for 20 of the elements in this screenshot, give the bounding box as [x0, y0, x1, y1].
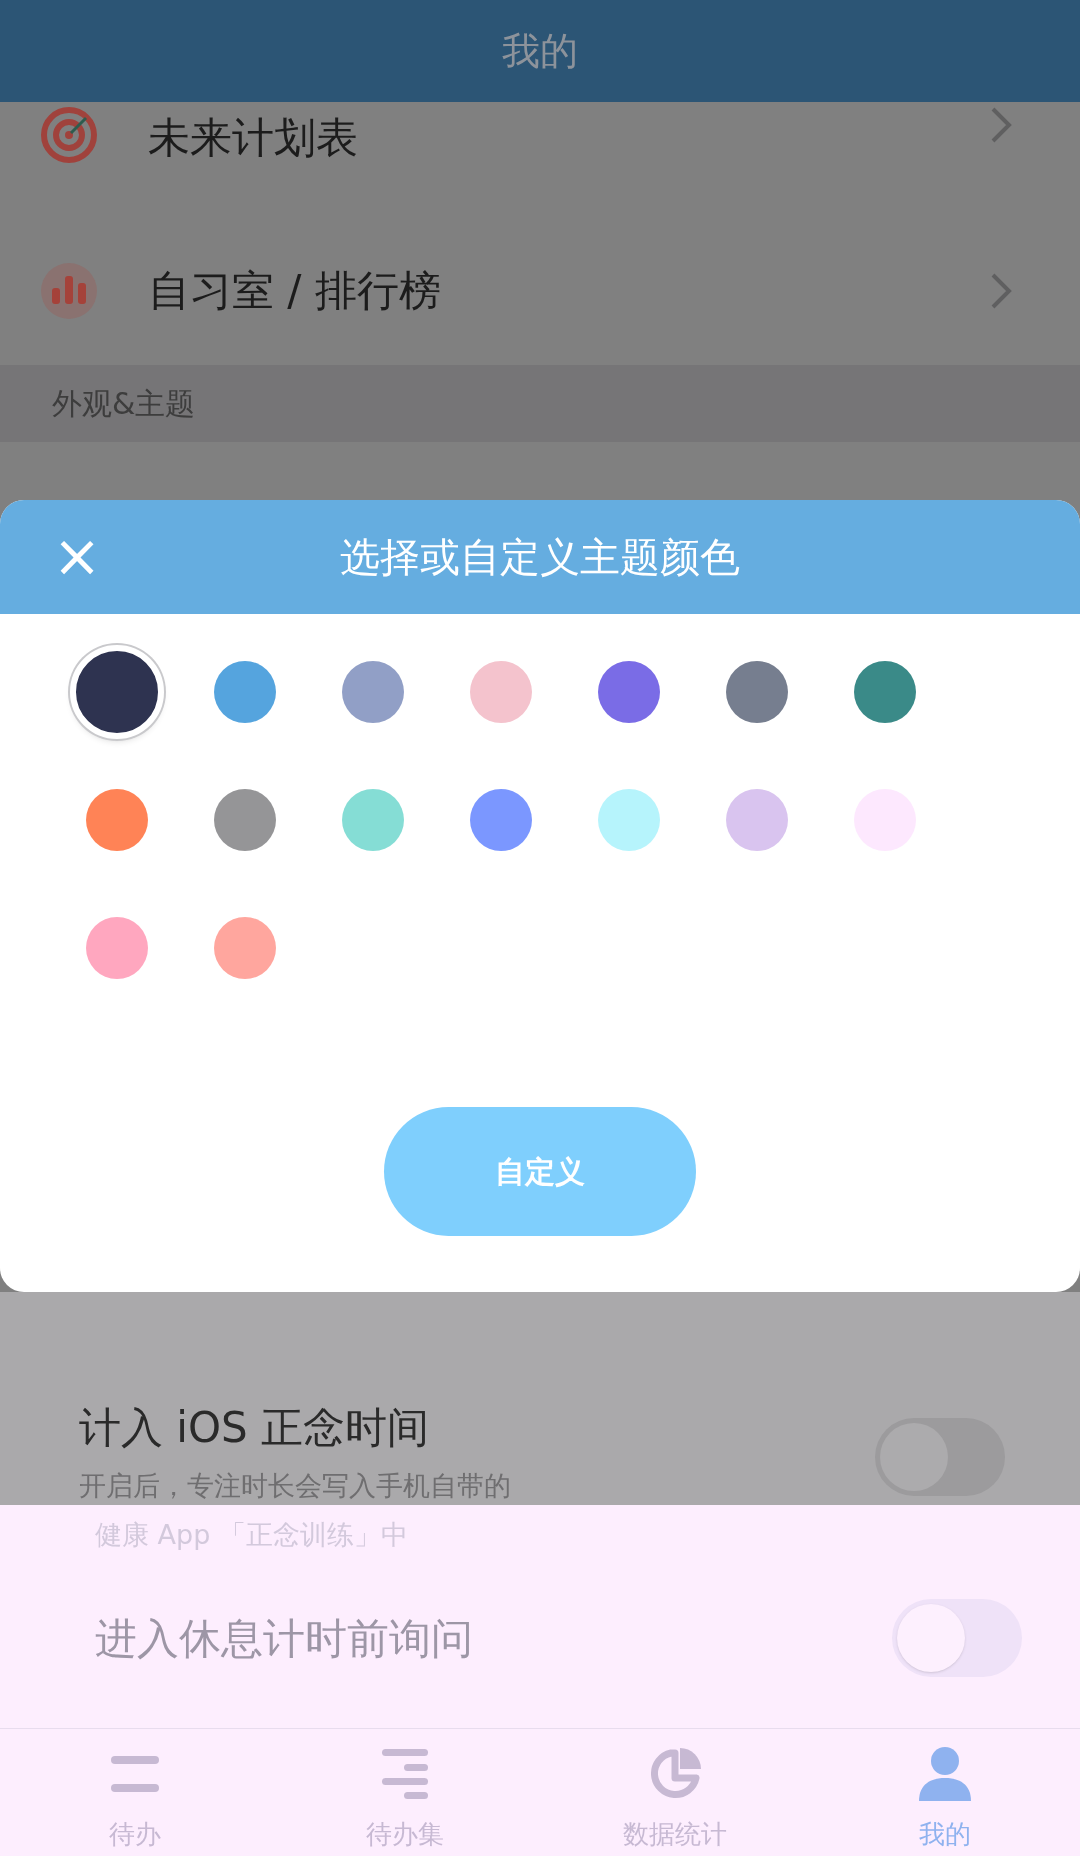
setting-description: 开启后，专注时长会写入手机自带的 — [79, 1470, 511, 1502]
menu-row[interactable]: 自习室 / 排行榜 — [0, 220, 1080, 365]
page-title: 我的 — [502, 27, 578, 75]
setting-label: 进入休息计时前询问 — [95, 1612, 473, 1665]
chevron-right-icon — [990, 271, 1012, 310]
menu-row[interactable]: 未来计划表 — [0, 102, 1080, 220]
person-icon — [917, 1746, 973, 1802]
tab-item[interactable]: 我的 — [810, 1729, 1080, 1856]
setting-label: 计入 iOS 正念时间 — [79, 1402, 431, 1454]
section-title: 外观&主题 — [52, 385, 196, 423]
list-icon — [380, 1747, 430, 1801]
chevron-right-icon — [990, 106, 1012, 144]
dialog-title: 选择或自定义主题颜色 — [340, 533, 740, 582]
custom-button[interactable]: 自定义 — [384, 1107, 696, 1236]
menu-label: 自习室 / 排行榜 — [148, 265, 442, 317]
close-button[interactable]: × — [50, 526, 104, 586]
color-swatch[interactable] — [70, 645, 164, 739]
menu-label: 未来计划表 — [148, 112, 359, 164]
bar-chart-icon — [40, 261, 98, 320]
target-icon — [40, 106, 98, 164]
